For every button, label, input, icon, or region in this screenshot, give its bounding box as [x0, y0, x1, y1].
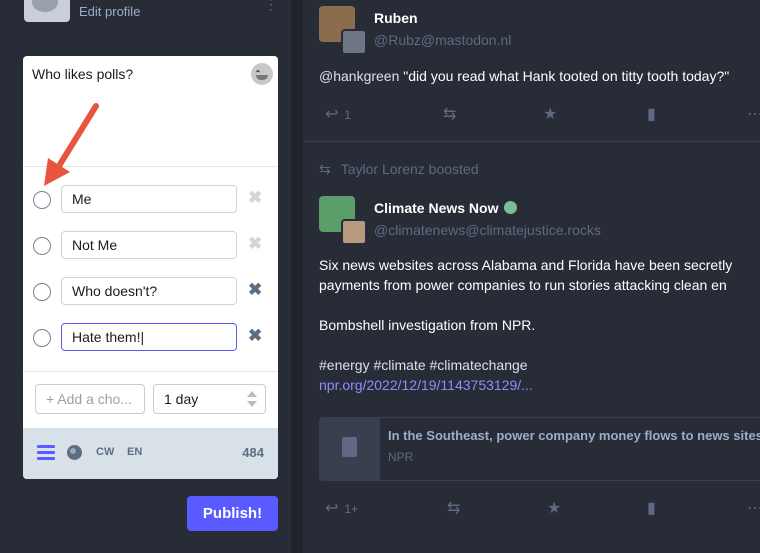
compose-textarea[interactable]: Who likes polls? [32, 66, 133, 82]
avatar [341, 29, 367, 55]
status-text: Six news websites across Alabama and Flo… [319, 257, 733, 273]
verified-badge-icon [504, 201, 518, 214]
reply-icon[interactable]: ↩ 1 [325, 104, 351, 124]
remove-option-icon[interactable]: ✖ [248, 327, 262, 345]
poll-option-input[interactable]: Who doesn't? [61, 277, 237, 305]
display-name[interactable]: Ruben [374, 10, 418, 26]
account-handle: @Rubz@mastodon.nl [374, 32, 512, 48]
poll-icon[interactable] [37, 445, 55, 461]
globe-icon[interactable] [67, 445, 82, 460]
poll-option-radio[interactable] [33, 191, 51, 209]
grinning-face-icon[interactable] [251, 63, 273, 85]
poll-option-radio[interactable] [33, 237, 51, 255]
remove-option-icon: ✖ [248, 188, 263, 207]
poll-option-row: Not Me ✖ [23, 231, 278, 263]
compose-footer: CW EN 484 [23, 428, 278, 479]
card-title: In the Southeast, power company money fl… [388, 428, 760, 443]
mention-link[interactable]: @hankgreen [319, 68, 399, 84]
boost-icon: ⇆ [319, 161, 331, 177]
profile-avatar[interactable] [24, 0, 70, 22]
poll-duration-value: 1 day [164, 391, 199, 407]
poll-duration-select[interactable]: 1 day [153, 384, 266, 414]
home-timeline: Ruben @Rubz@mastodon.nl @hankgreen "did … [303, 0, 760, 553]
content-warning-button[interactable]: CW [96, 446, 114, 458]
avatar [341, 219, 367, 245]
status-content: @hankgreen "did you read what Hank toote… [319, 66, 760, 86]
poll-option-row: Hate them!| ✖ [23, 323, 278, 355]
bookmark-icon[interactable]: ▮ [647, 104, 656, 124]
card-provider: NPR [388, 450, 414, 464]
add-choice-button[interactable]: + Add a cho... [35, 384, 145, 414]
compose-column: Edit profile ⋮ Who likes polls? Me ✖ Not… [0, 0, 291, 553]
language-button[interactable]: EN [127, 446, 142, 458]
character-counter: 484 [242, 445, 264, 460]
link-preview-card[interactable]: In the Southeast, power company money fl… [319, 417, 760, 481]
display-name[interactable]: Climate News Now [374, 200, 518, 216]
hashtags[interactable]: #energy #climate #climatechange [319, 355, 760, 375]
status-link[interactable]: npr.org/2022/12/19/1143753129/... [319, 375, 760, 395]
edit-profile-link[interactable]: Edit profile [79, 4, 140, 19]
select-arrows-icon [247, 391, 257, 409]
favourite-icon[interactable]: ★ [547, 498, 561, 518]
more-icon[interactable]: ⋯ [747, 104, 760, 124]
bookmark-icon[interactable]: ▮ [647, 498, 656, 518]
reply-count: 1+ [344, 502, 359, 516]
boost-icon[interactable]: ⇆ [447, 498, 460, 518]
boost-icon[interactable]: ⇆ [443, 104, 456, 124]
reply-count: 1 [344, 108, 352, 122]
reply-icon[interactable]: ↩ 1+ [325, 498, 358, 518]
boosted-by-line: ⇆ Taylor Lorenz boosted [319, 161, 479, 178]
account-handle: @climatenews@climatejustice.rocks [374, 222, 601, 238]
status-content: Six news websites across Alabama and Flo… [319, 255, 760, 395]
annotation-arrow-icon [44, 103, 99, 186]
status-text: payments from power companies to run sto… [319, 277, 727, 293]
boosted-by-text[interactable]: Taylor Lorenz boosted [341, 161, 479, 177]
favourite-icon[interactable]: ★ [543, 104, 557, 124]
more-icon[interactable]: ⋯ [747, 498, 760, 518]
display-name-text: Climate News Now [374, 200, 499, 216]
document-icon [342, 437, 357, 457]
poll-option-radio[interactable] [33, 283, 51, 301]
remove-option-icon[interactable]: ✖ [248, 281, 262, 299]
poll-option-input[interactable]: Not Me [61, 231, 237, 259]
status-text: "did you read what Hank tooted on titty … [399, 68, 730, 84]
profile-menu-icon[interactable]: ⋮ [264, 0, 278, 13]
action-bar: ↩ 1+ ⇆ ★ ▮ ⋯ [303, 498, 760, 522]
card-thumbnail [320, 418, 380, 480]
divider [23, 371, 278, 372]
action-bar: ↩ 1 ⇆ ★ ▮ ⋯ [303, 104, 760, 128]
poll-option-radio[interactable] [33, 329, 51, 347]
divider [303, 141, 760, 142]
publish-button[interactable]: Publish! [187, 496, 278, 531]
status-text: Bombshell investigation from NPR. [319, 317, 536, 333]
remove-option-icon: ✖ [248, 234, 263, 253]
poll-option-input[interactable]: Hate them!| [61, 323, 237, 351]
poll-option-row: Who doesn't? ✖ [23, 277, 278, 309]
